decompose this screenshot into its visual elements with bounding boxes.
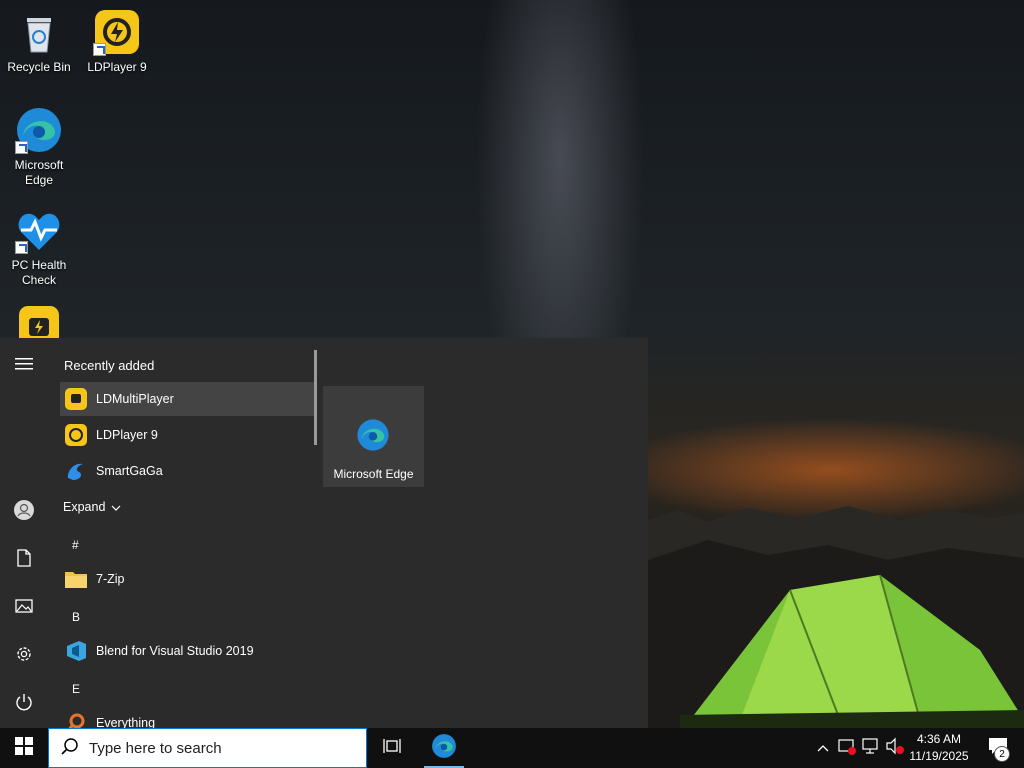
app-item-blend[interactable]: Blend for Visual Studio 2019 xyxy=(60,634,316,668)
app-list-scrollbar[interactable] xyxy=(314,350,317,445)
network-tray-button[interactable] xyxy=(860,728,882,768)
desktop-icon-label: Microsoft Edge xyxy=(14,158,64,187)
app-item-label: LDMultiPlayer xyxy=(96,392,174,406)
shortcut-arrow-icon xyxy=(15,241,28,254)
app-item-label: LDPlayer 9 xyxy=(96,428,158,442)
notification-count-badge: 2 xyxy=(994,746,1010,762)
app-item-everything[interactable]: Everything xyxy=(60,706,316,728)
hamburger-menu-button[interactable] xyxy=(0,346,48,386)
wallpaper-tent xyxy=(680,574,1024,728)
everything-icon xyxy=(64,711,88,728)
recycle-bin-icon xyxy=(15,8,63,56)
search-box[interactable]: Type here to search xyxy=(48,728,367,768)
shortcut-arrow-icon xyxy=(93,43,106,56)
edge-icon xyxy=(431,733,457,764)
document-icon xyxy=(17,548,31,572)
start-menu-rail xyxy=(0,338,48,728)
desktop-icon-recycle-bin[interactable]: Recycle Bin xyxy=(0,8,78,75)
desktop-icon-label: LDPlayer 9 xyxy=(87,60,147,74)
user-avatar-icon xyxy=(14,499,34,525)
smartgaga-icon xyxy=(64,459,88,483)
pictures-button[interactable] xyxy=(0,588,48,628)
clock[interactable]: 4:36 AM 11/19/2025 xyxy=(904,731,974,765)
app-item-label: SmartGaGa xyxy=(96,464,163,478)
desktop-icon-ldplayer[interactable]: LDPlayer 9 xyxy=(78,8,156,75)
app-list: Recently added LDMultiPlayer LDPlayer 9 … xyxy=(48,338,316,728)
action-center-button[interactable]: 2 xyxy=(978,728,1018,768)
search-placeholder: Type here to search xyxy=(89,739,222,757)
ldplayer-icon xyxy=(93,8,141,56)
recently-added-heading: Recently added xyxy=(64,358,155,373)
app-item-label: Blend for Visual Studio 2019 xyxy=(96,644,254,658)
power-icon xyxy=(15,693,33,716)
app-item-ldplayer[interactable]: LDPlayer 9 xyxy=(60,418,316,452)
task-view-icon xyxy=(383,738,401,759)
network-icon xyxy=(861,737,881,760)
settings-button[interactable] xyxy=(0,636,48,676)
ldmultiplayer-icon xyxy=(64,387,88,411)
desktop-icon-label: Recycle Bin xyxy=(7,60,71,74)
tile-label: Microsoft Edge xyxy=(333,467,414,481)
security-tray-button[interactable] xyxy=(836,728,858,768)
edge-icon xyxy=(15,106,63,154)
power-button[interactable] xyxy=(0,684,48,724)
app-item-label: Everything xyxy=(96,716,156,728)
folder-icon xyxy=(64,567,88,591)
start-menu: Recently added LDMultiPlayer LDPlayer 9 … xyxy=(0,338,648,728)
documents-button[interactable] xyxy=(0,540,48,580)
expand-label: Expand xyxy=(63,500,106,514)
clock-date: 11/19/2025 xyxy=(909,749,969,763)
start-button[interactable] xyxy=(0,728,48,768)
chevron-up-icon xyxy=(817,739,829,757)
security-warning-icon xyxy=(838,737,856,760)
taskbar-edge-button[interactable] xyxy=(420,728,468,768)
desktop-icon-pc-health-check[interactable]: PC Health Check xyxy=(0,206,78,288)
taskbar: Type here to search 4:36 AM 11/19/2025 2 xyxy=(0,728,1024,768)
clock-time: 4:36 AM xyxy=(916,732,962,746)
windows-logo-icon xyxy=(15,736,33,760)
blend-icon xyxy=(64,639,88,663)
edge-icon xyxy=(356,418,390,455)
account-button[interactable] xyxy=(0,492,48,532)
show-hidden-icons-button[interactable] xyxy=(814,728,832,768)
ldplayer-icon xyxy=(64,423,88,447)
search-icon xyxy=(61,737,79,760)
desktop-icon-edge[interactable]: Microsoft Edge xyxy=(0,106,78,188)
pictures-icon xyxy=(15,598,33,618)
tiles-area: Microsoft Edge xyxy=(323,386,424,487)
volume-muted-icon xyxy=(885,737,905,760)
expand-button[interactable]: Expand xyxy=(60,490,150,524)
desktop: Recycle Bin LDPlayer 9 Microsoft Edge PC… xyxy=(0,0,1024,728)
tile-microsoft-edge[interactable]: Microsoft Edge xyxy=(323,386,424,487)
app-item-ldmultiplayer[interactable]: LDMultiPlayer xyxy=(60,382,316,416)
volume-tray-button[interactable] xyxy=(884,728,906,768)
section-letter-e[interactable]: E xyxy=(72,682,80,696)
app-item-label: 7-Zip xyxy=(96,572,125,586)
shortcut-arrow-icon xyxy=(15,141,28,154)
gear-icon xyxy=(15,645,33,668)
task-view-button[interactable] xyxy=(368,728,416,768)
health-check-icon xyxy=(15,206,63,254)
section-letter-b[interactable]: B xyxy=(72,610,80,624)
hamburger-icon xyxy=(15,357,33,376)
desktop-icon-label: PC Health Check xyxy=(11,258,67,287)
app-item-smartgaga[interactable]: SmartGaGa xyxy=(60,454,316,488)
app-item-7-zip[interactable]: 7-Zip xyxy=(60,562,316,596)
chevron-down-icon xyxy=(111,500,121,514)
section-letter-hash[interactable]: # xyxy=(72,538,79,552)
